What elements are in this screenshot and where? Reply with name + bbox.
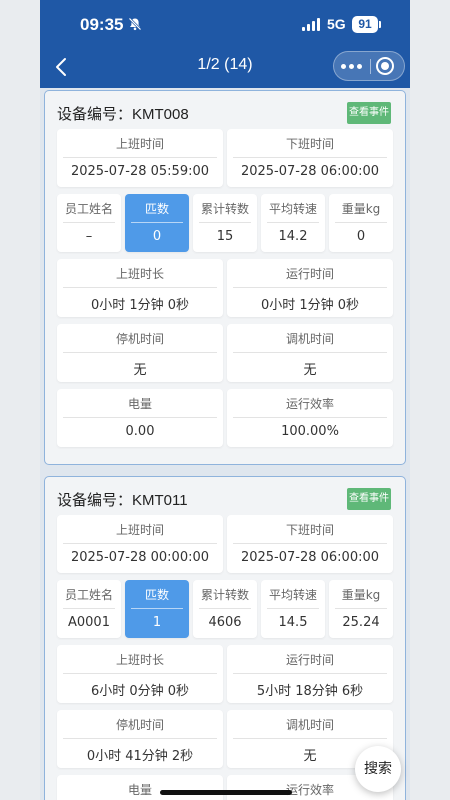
weight-value: 25.24 [342,615,380,630]
stop-time-value: 0小时 41分钟 2秒 [86,749,194,764]
employee-value: – [85,229,93,244]
run-time-label: 运行时间 [285,653,334,667]
end-time-value: 2025-07-28 06:00:00 [240,164,380,179]
tune-time-value: 无 [303,363,317,378]
view-events-button[interactable]: 查看事件 [347,102,391,124]
status-time: 09:35 [80,15,124,34]
power-cell: 电量 [57,775,223,800]
search-button[interactable]: 搜索 [355,746,401,792]
nav-bar: 1/2 (14) [40,50,410,86]
tune-time-label: 调机时间 [285,332,334,346]
stop-time-label: 停机时间 [115,718,164,732]
tune-time-cell: 调机时间 无 [227,324,393,382]
end-time-label: 下班时间 [285,137,334,151]
run-time-label: 运行时间 [285,267,334,281]
capsule-divider [370,59,371,74]
total-revolutions-label: 累计转数 [200,202,249,216]
shift-duration-label: 上班时长 [115,653,164,667]
employee-cell: 员工姓名 A0001 [57,580,121,638]
battery-icon: 91 [352,16,381,33]
stop-time-cell: 停机时间 无 [57,324,223,382]
average-speed-value: 14.5 [278,615,308,630]
home-indicator [160,790,292,795]
pieces-value: 1 [152,615,162,630]
total-revolutions-value: 15 [216,229,234,244]
shift-duration-value: 6小时 0分钟 0秒 [90,684,190,699]
status-bar: 09:35 5G 91 [40,0,410,50]
stop-time-cell: 停机时间 0小时 41分钟 2秒 [57,710,223,768]
stop-time-label: 停机时间 [115,332,164,346]
run-time-value: 5小时 18分钟 6秒 [256,684,364,699]
weight-cell: 重量kg 0 [329,194,393,252]
shift-duration-value: 0小时 1分钟 0秒 [90,298,190,313]
efficiency-cell: 运行效率 100.00% [227,389,393,447]
end-time-value: 2025-07-28 06:00:00 [240,550,380,565]
device-number: 设备编号：KMT011 [57,492,188,509]
weight-label: 重量kg [341,202,381,216]
total-revolutions-cell: 累计转数 4606 [193,580,257,638]
close-miniprogram-icon[interactable] [376,57,394,75]
pieces-cell: 匹数 0 [125,194,189,252]
shift-duration-cell: 上班时长 0小时 1分钟 0秒 [57,259,223,317]
run-time-value: 0小时 1分钟 0秒 [260,298,360,313]
shift-duration-cell: 上班时长 6小时 0分钟 0秒 [57,645,223,703]
start-time-value: 2025-07-28 00:00:00 [70,550,210,565]
weight-cell: 重量kg 25.24 [329,580,393,638]
shift-duration-label: 上班时长 [115,267,164,281]
total-revolutions-cell: 累计转数 15 [193,194,257,252]
bell-muted-icon [128,17,142,35]
tune-time-label: 调机时间 [285,718,334,732]
employee-value: A0001 [68,615,110,630]
power-value: 0.00 [125,424,155,439]
end-time-cell: 下班时间 2025-07-28 06:00:00 [227,515,393,573]
start-time-value: 2025-07-28 05:59:00 [70,164,210,179]
run-time-cell: 运行时间 5小时 18分钟 6秒 [227,645,393,703]
view-events-button[interactable]: 查看事件 [347,488,391,510]
pieces-label: 匹数 [144,588,169,602]
device-card: 设备编号：KMT011 查看事件 上班时间 2025-07-28 00:00:0… [44,476,406,800]
power-label: 电量 [127,397,152,411]
average-speed-value: 14.2 [278,229,308,244]
start-time-cell: 上班时间 2025-07-28 05:59:00 [57,129,223,187]
end-time-label: 下班时间 [285,523,334,537]
more-dots-icon[interactable] [334,52,370,80]
weight-value: 0 [356,229,366,244]
average-speed-cell: 平均转速 14.5 [261,580,325,638]
miniprogram-capsule [333,51,405,81]
device-number: 设备编号：KMT008 [57,106,189,123]
total-revolutions-label: 累计转数 [200,588,249,602]
employee-cell: 员工姓名 – [57,194,121,252]
total-revolutions-value: 4606 [208,615,242,630]
start-time-cell: 上班时间 2025-07-28 00:00:00 [57,515,223,573]
average-speed-cell: 平均转速 14.2 [261,194,325,252]
employee-label: 员工姓名 [64,588,113,602]
start-time-label: 上班时间 [115,523,164,537]
app-screen: 09:35 5G 91 1/2 (14) 设备编号：KMT008 查看事件 上班… [0,0,450,800]
average-speed-label: 平均转速 [268,588,317,602]
efficiency-label: 运行效率 [285,397,334,411]
stop-time-value: 无 [133,363,147,378]
end-time-cell: 下班时间 2025-07-28 06:00:00 [227,129,393,187]
run-time-cell: 运行时间 0小时 1分钟 0秒 [227,259,393,317]
network-type: 5G [327,16,346,32]
device-card: 设备编号：KMT008 查看事件 上班时间 2025-07-28 05:59:0… [44,90,406,465]
average-speed-label: 平均转速 [268,202,317,216]
signal-icon [302,18,322,31]
employee-label: 员工姓名 [64,202,113,216]
pieces-cell: 匹数 1 [125,580,189,638]
start-time-label: 上班时间 [115,137,164,151]
pieces-label: 匹数 [144,202,169,216]
power-cell: 电量 0.00 [57,389,223,447]
pieces-value: 0 [152,229,162,244]
weight-label: 重量kg [341,588,381,602]
efficiency-value: 100.00% [281,424,339,439]
